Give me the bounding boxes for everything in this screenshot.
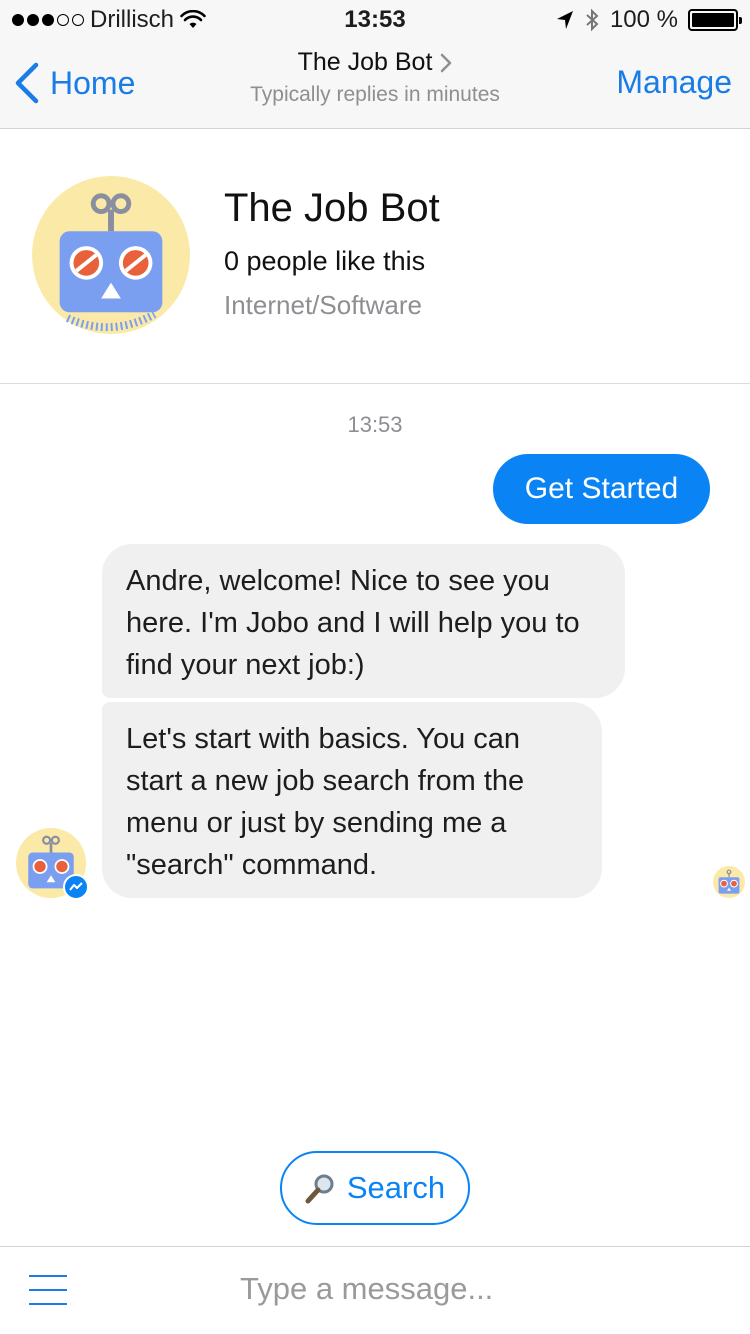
back-button[interactable]: Home — [14, 62, 135, 104]
search-quick-reply-button[interactable]: Search — [280, 1151, 470, 1225]
battery-icon — [688, 9, 742, 31]
chevron-left-icon — [15, 62, 39, 104]
message-composer — [0, 1246, 750, 1334]
bot-avatar[interactable] — [32, 176, 190, 334]
received-message-bubble[interactable]: Andre, welcome! Nice to see you here. I'… — [102, 544, 625, 698]
messenger-icon — [63, 874, 89, 900]
location-arrow-icon — [556, 11, 573, 29]
profile-name: The Job Bot — [224, 186, 440, 230]
nav-title: The Job Bot — [297, 48, 433, 76]
profile-header: The Job Bot 0 people like this Internet/… — [0, 130, 750, 384]
read-receipt-avatar — [713, 866, 745, 898]
status-bar: Drillisch 13:53 100 % — [0, 0, 750, 40]
status-right: 100 % — [556, 6, 742, 34]
magnifier-icon — [305, 1174, 334, 1204]
profile-category: Internet/Software — [224, 290, 422, 320]
nav-bar: Home The Job Bot Typically replies in mi… — [0, 40, 750, 129]
received-message-bubble[interactable]: Let's start with basics. You can start a… — [102, 702, 602, 898]
menu-icon[interactable] — [29, 1275, 67, 1305]
quick-reply-label: Search — [346, 1170, 446, 1205]
chevron-right-icon — [441, 53, 452, 72]
profile-likes: 0 people like this — [224, 246, 426, 276]
nav-subtitle: Typically replies in minutes — [250, 83, 500, 106]
bluetooth-icon — [586, 8, 599, 32]
nav-title-group[interactable]: The Job Bot Typically replies in minutes — [175, 48, 575, 107]
manage-button[interactable]: Manage — [616, 64, 732, 101]
sent-message-bubble[interactable]: Get Started — [493, 454, 710, 524]
back-label: Home — [50, 64, 136, 101]
chat-timestamp: 13:53 — [347, 412, 403, 437]
battery-percent: 100 % — [609, 6, 678, 33]
message-input[interactable] — [240, 1271, 660, 1307]
